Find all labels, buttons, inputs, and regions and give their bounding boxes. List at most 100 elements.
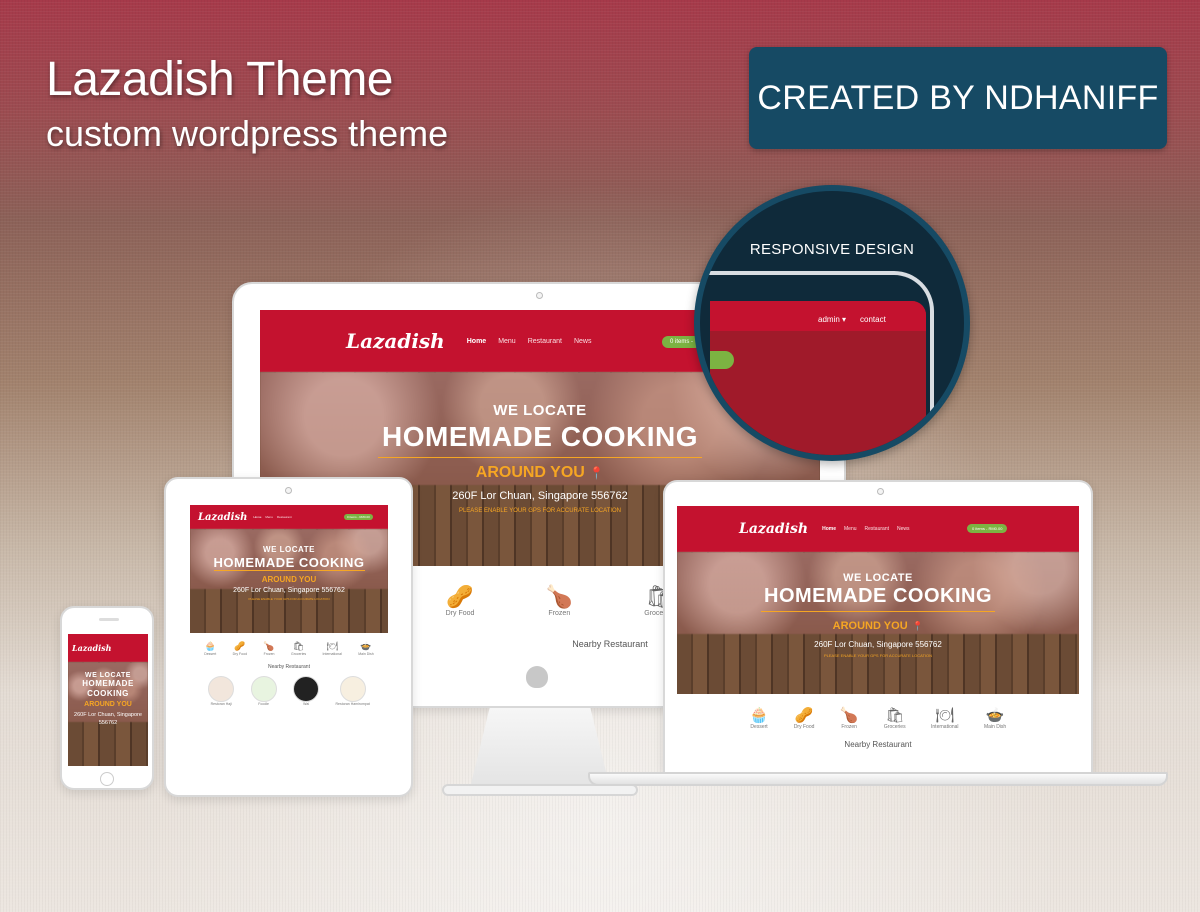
tablet-hero: WE LOCATE HOMEMADE COOKING AROUND YOU 26… <box>190 529 388 633</box>
tablet: Lazadish Home Menu Restaurant 0 items - … <box>164 477 413 797</box>
apple-icon <box>526 666 548 688</box>
laptop-base <box>588 772 1168 786</box>
groceries-icon: 🛍 <box>292 641 305 651</box>
laptop-nav-restaurant[interactable]: Restaurant <box>865 526 889 532</box>
tablet-nav-menu[interactable]: Menu <box>265 515 273 519</box>
category-label: International <box>322 652 342 656</box>
laptop-hero-address: 260F Lor Chuan, Singapore 556762 <box>814 640 942 649</box>
phone-logo[interactable]: Lazadish <box>72 643 112 653</box>
restaurant-card[interactable]: Restoran Haji <box>208 676 235 706</box>
main-dish-icon: 🍲 <box>985 707 1005 724</box>
category-label: Main Dish <box>358 652 374 656</box>
magnifier-screen: admin ▾ contact <box>710 301 926 455</box>
tablet-nav-restaurant[interactable]: Restaurant <box>277 515 292 519</box>
groceries-icon: 🛍 <box>885 707 905 724</box>
desktop-hero-big: HOMEMADE COOKING <box>378 419 702 458</box>
tablet-logo[interactable]: Lazadish <box>198 512 247 523</box>
laptop-nav-home[interactable]: Home <box>822 526 836 532</box>
magnifier-admin-link[interactable]: admin ▾ <box>818 315 846 324</box>
laptop-hero-orange: AROUND YOU <box>832 620 908 632</box>
category-label: Main Dish <box>983 724 1007 730</box>
category-dry-food[interactable]: 🥜 Dry Food <box>794 706 815 730</box>
dry-food-icon: 🥜 <box>794 707 814 724</box>
desktop-nav-home[interactable]: Home <box>467 338 486 345</box>
tablet-hero-address: 260F Lor Chuan, Singapore 556762 <box>233 587 345 594</box>
category-dry-food[interactable]: 🥜 Dry Food <box>446 584 475 617</box>
monitor-camera <box>536 292 543 299</box>
laptop-logo[interactable]: Lazadish <box>739 521 808 537</box>
dessert-icon: 🧁 <box>204 641 216 651</box>
tablet-restaurants: Restoran Haji Foodie Wai Restoran Hamiro… <box>190 670 388 706</box>
laptop-cart-button[interactable]: 0 items - RM0.00 <box>967 524 1008 533</box>
category-label: Groceries <box>883 724 906 730</box>
category-main-dish[interactable]: 🍲 Main Dish <box>358 641 374 656</box>
credit-badge: CREATED BY NDHANIFF <box>749 47 1167 149</box>
laptop-nav: Lazadish Home Menu Restaurant News 0 ite… <box>677 506 1079 552</box>
tablet-hero-gps: PLEASE ENABLE YOUR GPS FOR ACCURATE LOCA… <box>248 597 330 601</box>
phone-home-button[interactable] <box>100 772 114 786</box>
dry-food-icon: 🥜 <box>234 641 246 651</box>
category-dry-food[interactable]: 🥜 Dry Food <box>233 641 247 656</box>
phone: Lazadish WE LOCATE HOMEMADE COOKING AROU… <box>60 606 154 790</box>
category-label: Dessert <box>204 652 217 656</box>
tablet-hero-orange: AROUND YOU <box>261 575 317 584</box>
category-label: Groceries <box>291 652 307 656</box>
category-frozen[interactable]: 🍗 Frozen <box>546 584 573 617</box>
laptop-nearby-title: Nearby Restaurant <box>844 740 912 749</box>
tablet-camera <box>285 487 292 494</box>
laptop: Lazadish Home Menu Restaurant News 0 ite… <box>663 480 1093 774</box>
laptop-hero-gps: PLEASE ENABLE YOUR GPS FOR ACCURATE LOCA… <box>823 653 933 658</box>
international-icon: 🍽 <box>326 641 338 651</box>
laptop-camera <box>877 488 884 495</box>
restaurant-card[interactable]: Foodie <box>250 676 277 706</box>
category-international[interactable]: 🍽 International <box>931 706 959 730</box>
category-label: International <box>931 724 959 730</box>
restaurant-thumb <box>293 676 320 702</box>
phone-hero: WE LOCATE HOMEMADE COOKING AROUND YOU 26… <box>68 662 148 766</box>
restaurant-card[interactable]: Wai <box>293 676 320 706</box>
restaurant-name: Restoran Haji <box>210 702 232 706</box>
phone-hero-orange: AROUND YOU <box>84 701 132 708</box>
category-dessert[interactable]: 🧁 Dessert <box>750 706 769 730</box>
laptop-hero-small: WE LOCATE <box>843 572 913 584</box>
desktop-nav-restaurant[interactable]: Restaurant <box>528 338 562 345</box>
laptop-categories: 🧁 Dessert 🥜 Dry Food 🍗 Frozen 🛍 Grocerie… <box>677 694 1079 730</box>
tablet-cart-button[interactable]: 0 items - RM0.00 <box>344 514 373 520</box>
category-international[interactable]: 🍽 International <box>323 641 342 656</box>
tablet-hero-big: HOMEMADE COOKING <box>213 555 365 571</box>
laptop-nav-menu[interactable]: Menu <box>844 526 857 532</box>
category-main-dish[interactable]: 🍲 Main Dish <box>984 706 1006 730</box>
magnifier-cart-button[interactable] <box>710 351 734 369</box>
tablet-site: Lazadish Home Menu Restaurant 0 items - … <box>190 505 388 767</box>
restaurant-thumb <box>208 676 235 702</box>
desktop-hero-orange: AROUND YOU <box>475 464 585 481</box>
desktop-logo[interactable]: Lazadish <box>346 329 445 353</box>
magnifier-label: RESPONSIVE DESIGN <box>749 241 915 258</box>
desktop-nav-menu[interactable]: Menu <box>498 338 516 345</box>
restaurant-card[interactable]: Restoran Hamirompat <box>336 676 370 706</box>
frozen-icon: 🍗 <box>545 584 574 609</box>
frozen-icon: 🍗 <box>263 641 275 651</box>
restaurant-name: Restoran Hamirompat <box>335 702 370 706</box>
category-dessert[interactable]: 🧁 Dessert <box>204 641 216 656</box>
restaurant-thumb <box>250 676 277 702</box>
responsive-magnifier: RESPONSIVE DESIGN admin ▾ contact <box>694 185 970 461</box>
desktop-nav-news[interactable]: News <box>574 338 592 345</box>
category-frozen[interactable]: 🍗 Frozen <box>840 706 859 730</box>
category-groceries[interactable]: 🛍 Groceries <box>884 706 906 730</box>
magnifier-contact-link[interactable]: contact <box>860 315 886 324</box>
dessert-icon: 🧁 <box>749 707 769 724</box>
international-icon: 🍽 <box>935 707 955 724</box>
phone-hero-big: HOMEMADE COOKING <box>82 679 134 698</box>
laptop-nav-news[interactable]: News <box>897 526 910 532</box>
category-label: Frozen <box>841 724 857 730</box>
tablet-hero-small: WE LOCATE <box>263 545 315 554</box>
dry-food-icon: 🥜 <box>446 584 474 609</box>
restaurant-thumb <box>339 676 366 702</box>
category-groceries[interactable]: 🛍 Groceries <box>291 641 306 656</box>
restaurant-name: Wai <box>303 702 310 706</box>
headline-title: Lazadish Theme <box>46 53 394 106</box>
phone-site: Lazadish WE LOCATE HOMEMADE COOKING AROU… <box>68 634 148 766</box>
tablet-nav-home[interactable]: Home <box>253 515 261 519</box>
category-frozen[interactable]: 🍗 Frozen <box>263 641 274 656</box>
